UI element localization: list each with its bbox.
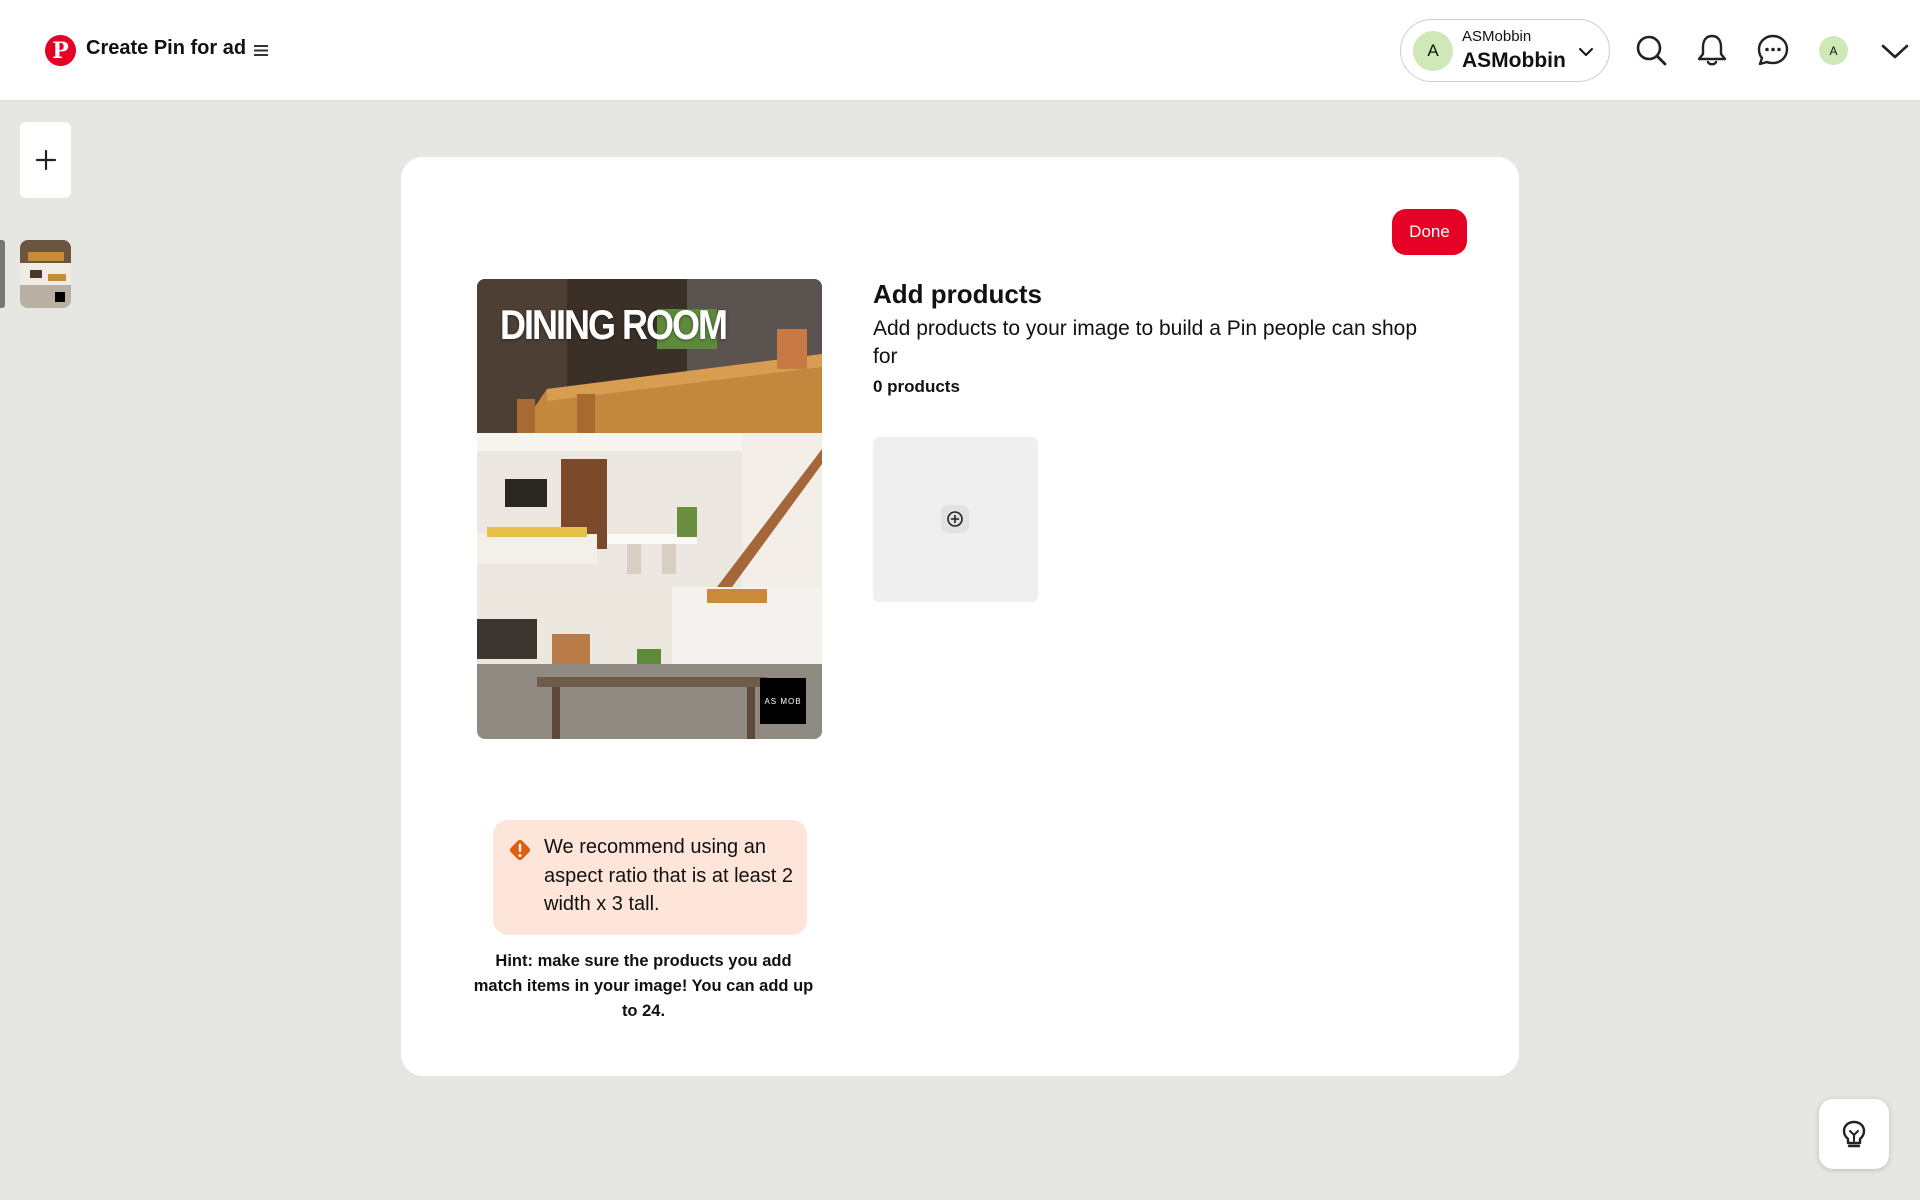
account-name: ASMobbin xyxy=(1462,49,1566,72)
notifications-icon[interactable] xyxy=(1695,33,1729,67)
plus-icon xyxy=(35,149,56,171)
selected-indicator xyxy=(0,240,5,308)
add-circle-icon xyxy=(941,505,969,533)
hint-text: Hint: make sure the products you add mat… xyxy=(473,952,814,1020)
section-description: Add products to your image to build a Pi… xyxy=(873,317,1418,368)
hamburger-menu-icon[interactable] xyxy=(253,39,271,61)
page-title: Create Pin for ad xyxy=(86,37,247,59)
add-pin-button[interactable] xyxy=(20,122,71,198)
warning-icon xyxy=(509,839,531,861)
add-product-button[interactable] xyxy=(873,437,1038,602)
account-avatar: A xyxy=(1413,31,1453,71)
product-count: 0 products xyxy=(873,377,960,396)
add-products-card: Done DINING ROOM AS MOB Add products Add… xyxy=(401,157,1519,1076)
brand-logo: AS MOB xyxy=(760,678,806,724)
pin-thumbnail[interactable] xyxy=(20,240,71,308)
chevron-down-icon xyxy=(1579,48,1593,56)
pinterest-logo-icon[interactable]: P xyxy=(45,35,76,66)
user-avatar[interactable]: A xyxy=(1819,36,1848,65)
top-header: P Create Pin for ad A ASMobbin ASMobbin … xyxy=(0,0,1920,101)
pin-image: DINING ROOM AS MOB xyxy=(477,279,822,739)
chevron-down-icon[interactable] xyxy=(1880,39,1910,63)
account-name-small: ASMobbin xyxy=(1462,28,1532,45)
account-switcher[interactable]: A ASMobbin ASMobbin xyxy=(1400,19,1610,82)
search-icon[interactable] xyxy=(1634,33,1668,67)
section-title: Add products xyxy=(873,279,1042,309)
aspect-ratio-warning: We recommend using an aspect ratio that … xyxy=(493,820,807,935)
lightbulb-icon xyxy=(1842,1120,1866,1148)
done-button[interactable]: Done xyxy=(1392,209,1467,255)
image-title: DINING ROOM xyxy=(500,301,728,349)
warning-text: We recommend using an aspect ratio that … xyxy=(544,836,794,915)
help-button[interactable] xyxy=(1819,1099,1889,1169)
messages-icon[interactable] xyxy=(1756,33,1790,67)
